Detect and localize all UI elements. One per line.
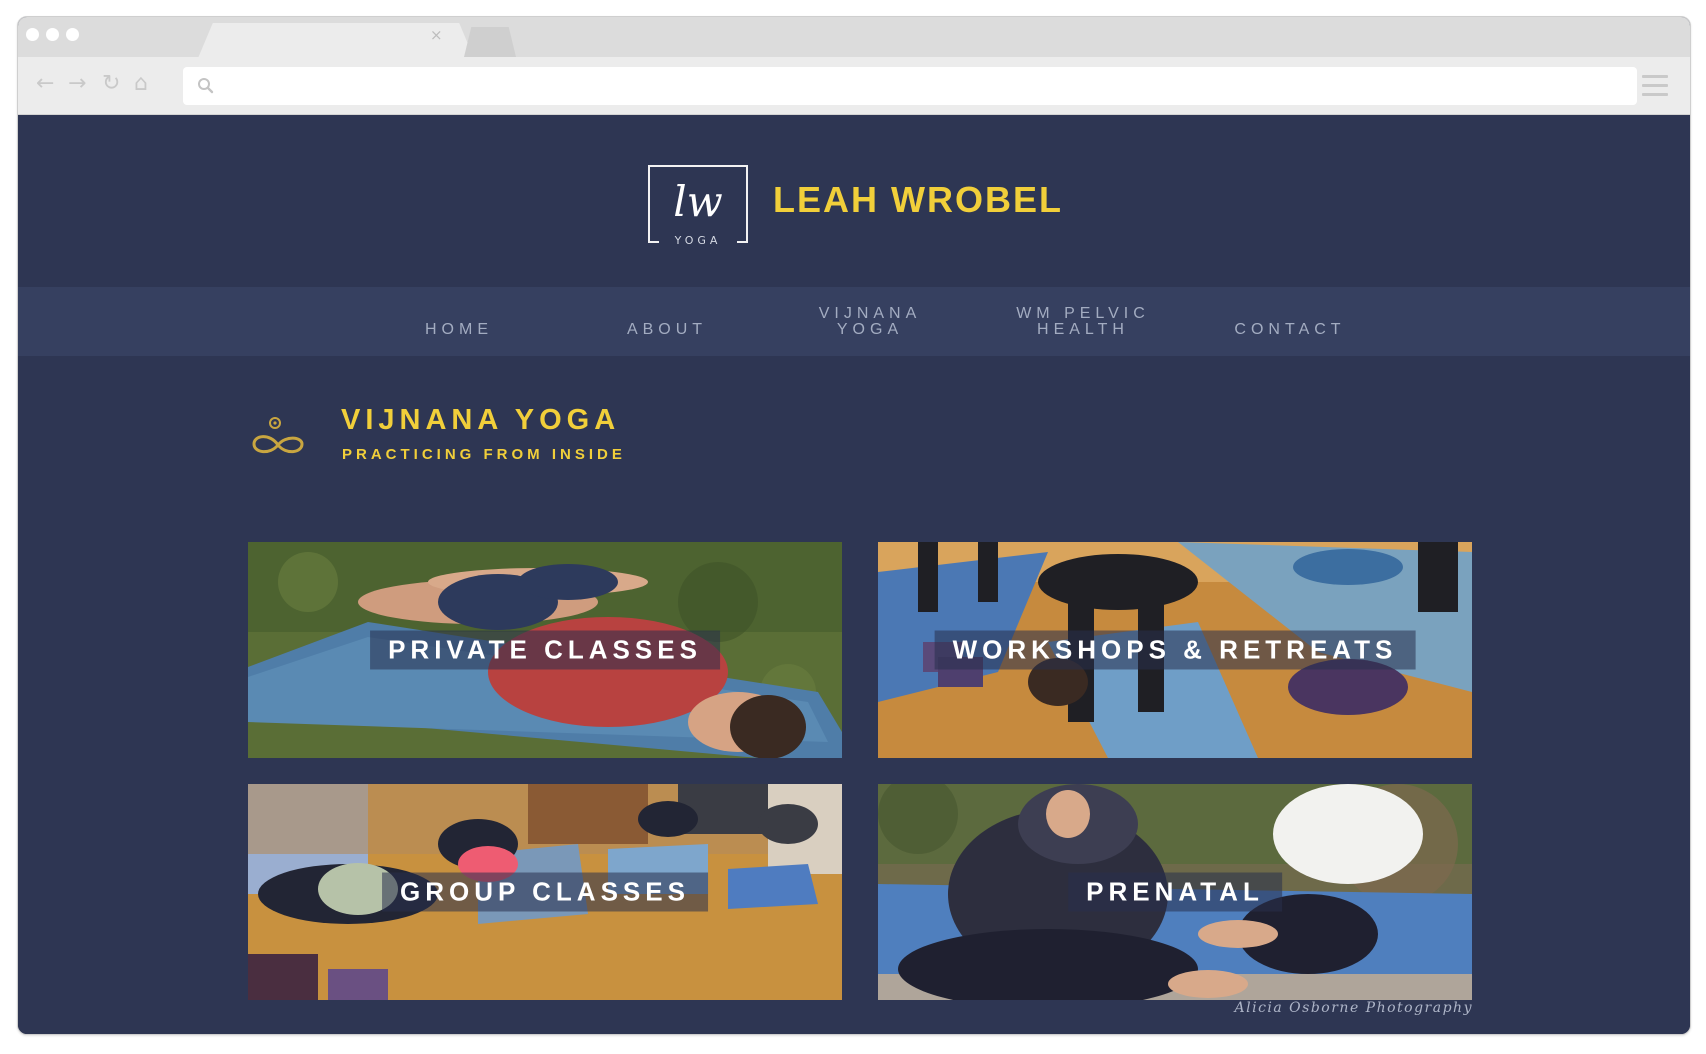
window-close-dot[interactable]: [26, 28, 39, 41]
nav-item-vijnana-yoga[interactable]: VIJNANA YOGA: [790, 287, 950, 356]
hamburger-menu-icon[interactable]: [1642, 75, 1668, 97]
back-arrow-icon[interactable]: ←: [36, 71, 54, 97]
new-tab-button[interactable]: [464, 27, 516, 57]
nav-item-wm-pelvic-health[interactable]: WM PELVIC HEALTH: [1000, 287, 1166, 356]
card-private-classes[interactable]: PRIVATE CLASSES: [248, 542, 842, 758]
logo-lw-yoga[interactable]: lw YOGA: [645, 164, 751, 244]
card-label: WORKSHOPS & RETREATS: [934, 630, 1416, 670]
search-icon: [198, 78, 214, 94]
card-workshops-retreats[interactable]: WORKSHOPS & RETREATS: [878, 542, 1472, 758]
nav-item-contact[interactable]: CONTACT: [1205, 287, 1375, 356]
address-bar[interactable]: [183, 67, 1637, 105]
reload-icon[interactable]: ↻: [102, 71, 120, 97]
browser-toolbar: ← → ↻ ⌂: [18, 57, 1690, 115]
browser-tab-bar: ×: [18, 17, 1690, 63]
infinity-meditation-icon: [252, 417, 304, 454]
card-label: GROUP CLASSES: [382, 872, 708, 912]
photo-credit: Alicia Osborne Photography: [1234, 1000, 1473, 1016]
section-subtitle: PRACTICING FROM INSIDE: [342, 446, 626, 463]
window-minimize-dot[interactable]: [46, 28, 59, 41]
nav-item-home[interactable]: HOME: [374, 287, 544, 356]
section-title: VIJNANA YOGA: [341, 404, 621, 436]
brand-name[interactable]: LEAH WROBEL: [773, 179, 1063, 221]
window-maximize-dot[interactable]: [66, 28, 79, 41]
logo-monogram: lw: [673, 177, 722, 226]
card-label: PRENATAL: [1068, 872, 1282, 912]
logo-word: YOGA: [674, 234, 722, 244]
main-nav: HOME ABOUT VIJNANA YOGA WM PELVIC HEALTH…: [18, 287, 1690, 356]
website-page: lw YOGA LEAH WROBEL HOME ABOUT VIJNANA Y…: [18, 115, 1690, 1034]
nav-item-about[interactable]: ABOUT: [582, 287, 752, 356]
card-prenatal[interactable]: PRENATAL: [878, 784, 1472, 1000]
home-icon[interactable]: ⌂: [134, 71, 148, 97]
browser-window: × ← → ↻ ⌂ lw YOGA LEAH WROBEL HOME ABOUT…: [17, 16, 1691, 1035]
forward-arrow-icon[interactable]: →: [68, 71, 86, 97]
card-group-classes[interactable]: GROUP CLASSES: [248, 784, 842, 1000]
card-label: PRIVATE CLASSES: [370, 630, 720, 670]
tab-close-icon[interactable]: ×: [430, 26, 443, 44]
